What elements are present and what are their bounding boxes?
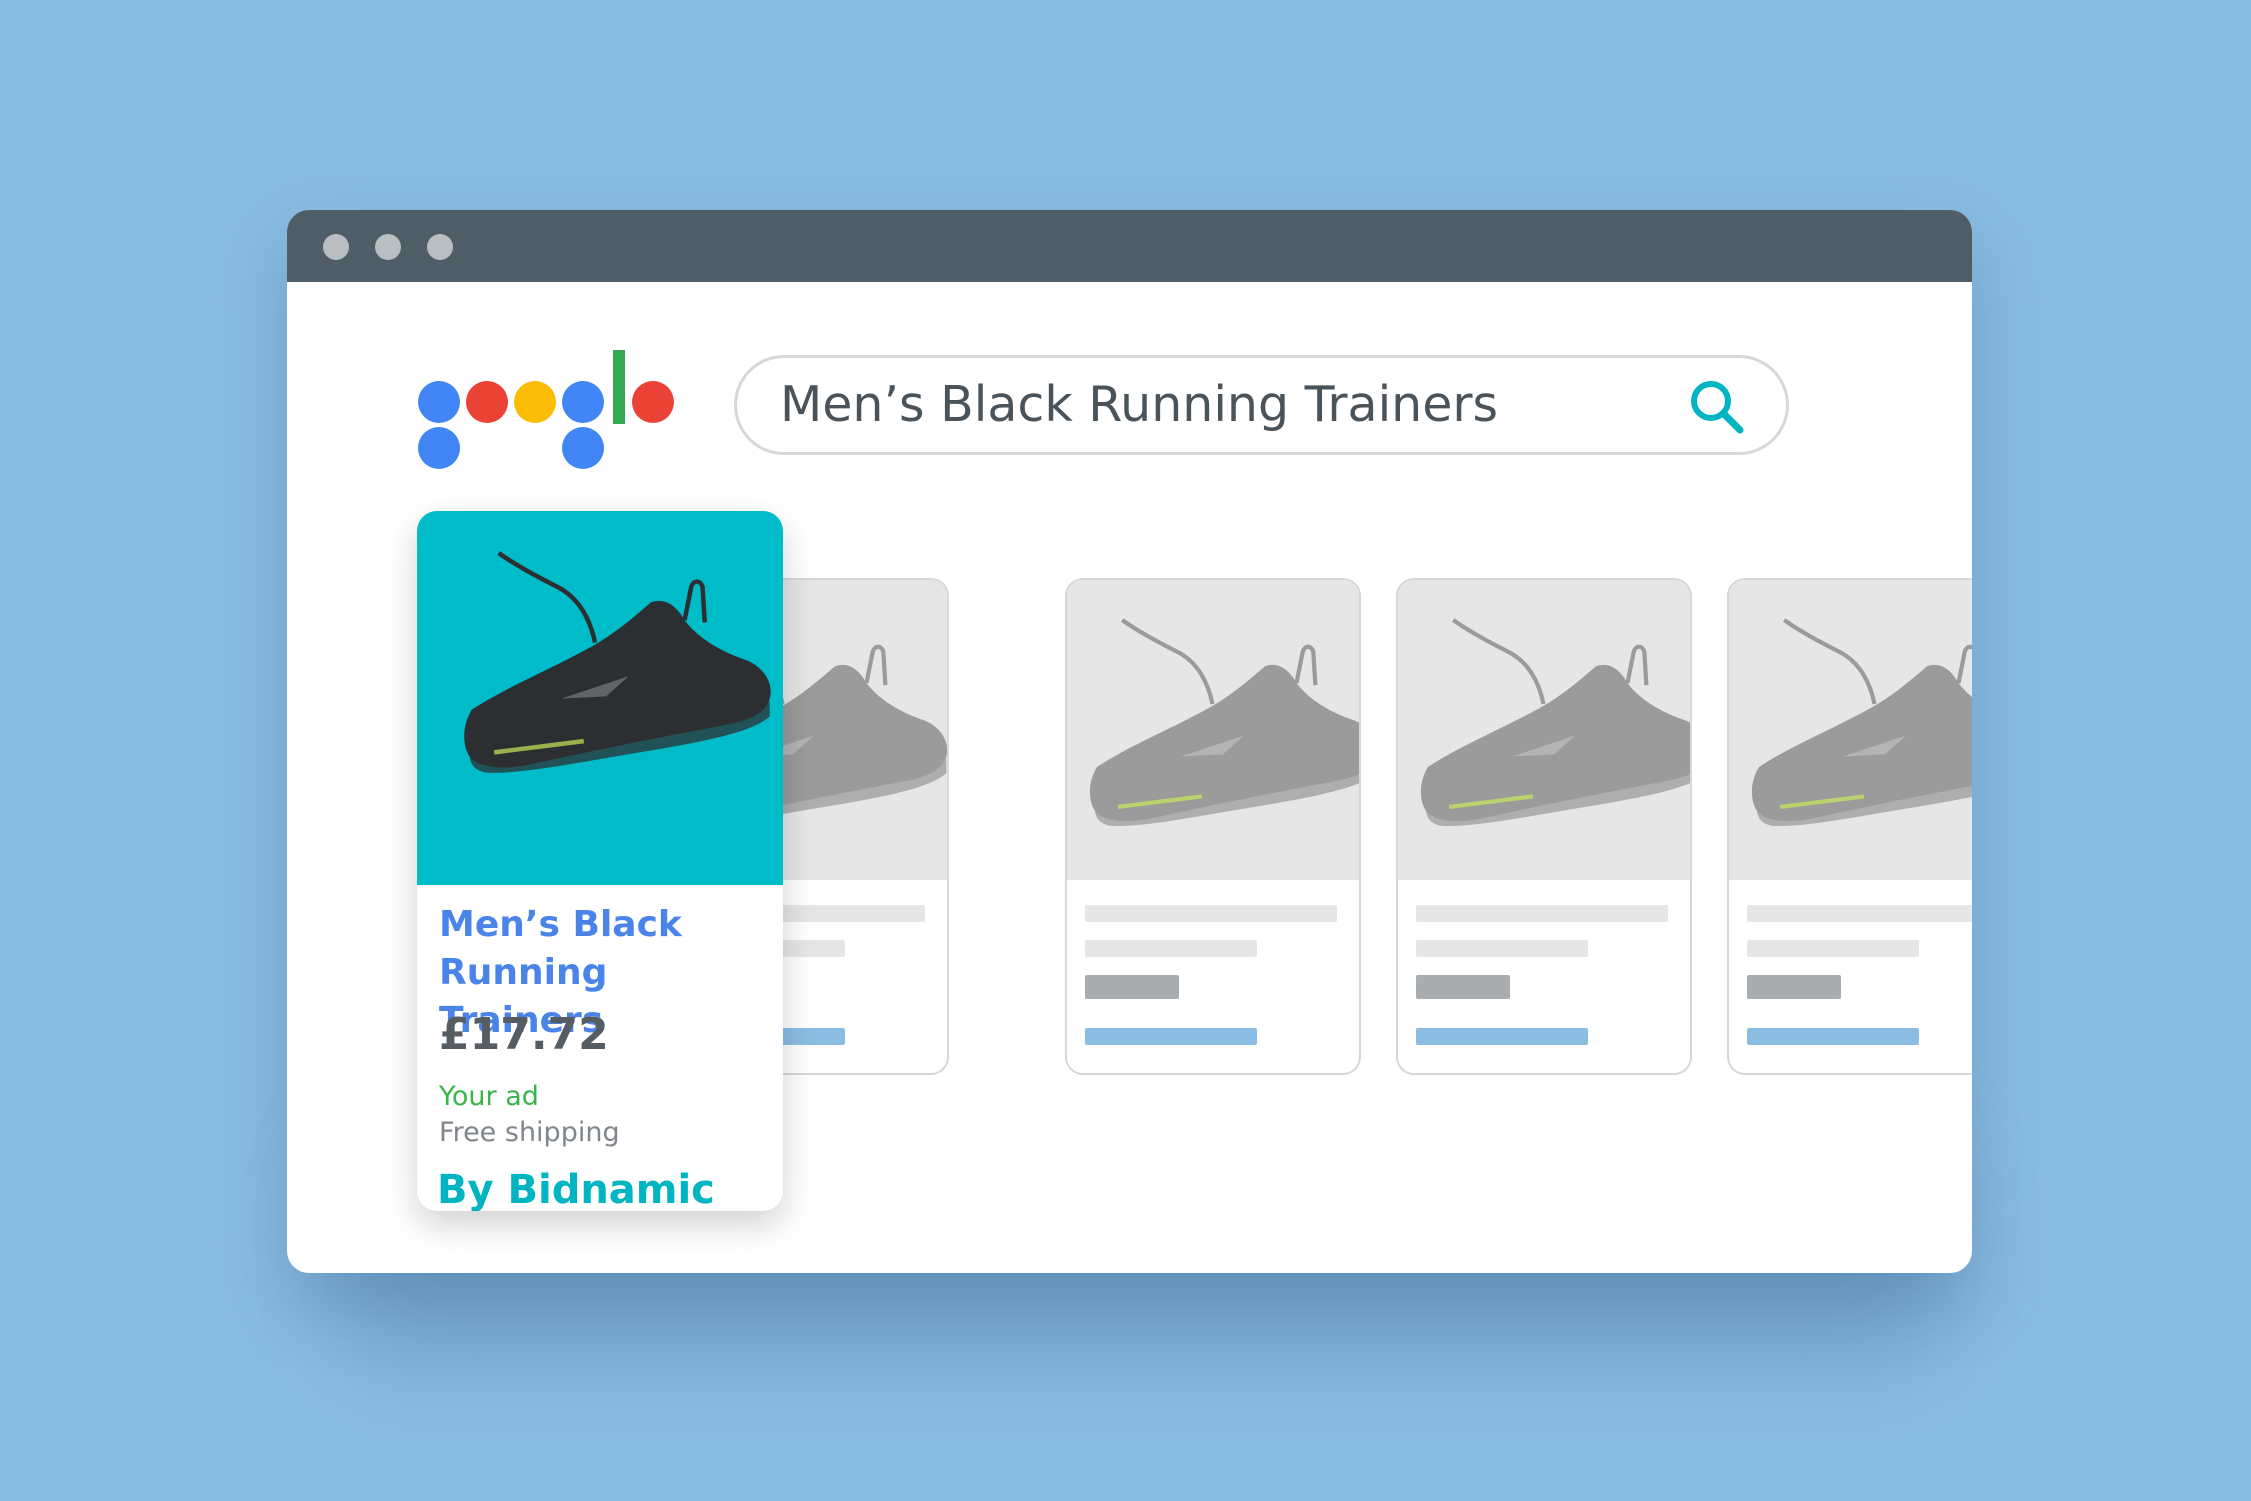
search-icon[interactable] xyxy=(1688,378,1746,436)
shoe-image xyxy=(1729,580,1972,880)
placeholder-price xyxy=(1416,975,1510,999)
placeholder-line xyxy=(1085,940,1257,957)
placeholder-price xyxy=(1085,975,1179,999)
shoe-image xyxy=(1067,580,1359,880)
shipping-label: Free shipping xyxy=(439,1117,620,1148)
placeholder-link xyxy=(1747,1028,1919,1045)
shoe-image xyxy=(417,511,783,885)
placeholder-line xyxy=(1416,905,1668,922)
window-dot[interactable] xyxy=(323,234,349,260)
placeholder-link xyxy=(1085,1028,1257,1045)
placeholder-link xyxy=(1416,1028,1588,1045)
shoe-image xyxy=(1398,580,1690,880)
ad-label: Your ad xyxy=(439,1081,539,1112)
google-dots-logo[interactable] xyxy=(417,350,677,490)
search-bar[interactable]: Men’s Black Running Trainers xyxy=(734,355,1789,455)
browser-window: Men’s Black Running Trainers Men’s Black… xyxy=(287,210,1972,1273)
placeholder-line xyxy=(1747,940,1919,957)
brand-byline: By Bidnamic xyxy=(437,1167,715,1211)
window-dot[interactable] xyxy=(375,234,401,260)
window-dot[interactable] xyxy=(427,234,453,260)
product-card[interactable] xyxy=(1727,578,1972,1075)
product-price: £17.72 xyxy=(439,1009,609,1060)
placeholder-price xyxy=(1747,975,1841,999)
product-card[interactable] xyxy=(1065,578,1361,1075)
product-card[interactable] xyxy=(1396,578,1692,1075)
placeholder-line xyxy=(1747,905,1972,922)
search-input[interactable]: Men’s Black Running Trainers xyxy=(780,358,1498,452)
featured-ad-card[interactable]: Men’s Black Running Trainers £17.72 Your… xyxy=(417,511,783,1211)
title-bar xyxy=(287,210,1972,282)
placeholder-line xyxy=(1416,940,1588,957)
placeholder-line xyxy=(1085,905,1337,922)
